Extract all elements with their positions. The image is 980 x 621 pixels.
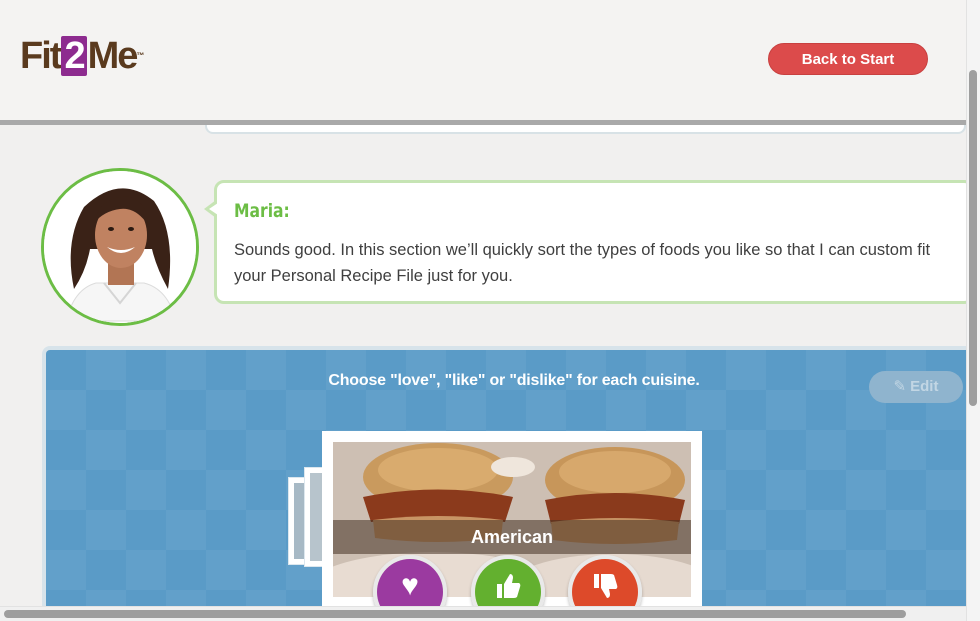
- speech-bubble: Maria: Sounds good. In this section we’l…: [214, 180, 974, 304]
- maria-avatar: [41, 168, 199, 326]
- vertical-scrollbar-thumb[interactable]: [969, 70, 977, 406]
- logo-text-fit: Fit: [20, 35, 62, 77]
- site-header: Fit 2 Me™ Back to Start: [0, 0, 966, 125]
- thumbs-down-icon: [572, 571, 638, 607]
- logo-text-2: 2: [61, 36, 87, 76]
- speech-bubble-tail-inner: [209, 203, 218, 215]
- edit-button-label: Edit: [910, 378, 939, 395]
- horizontal-scrollbar-thumb[interactable]: [4, 610, 906, 618]
- thumbs-up-icon: [475, 571, 541, 607]
- edit-button[interactable]: ✎ Edit: [869, 371, 963, 403]
- fit2me-logo[interactable]: Fit 2 Me™: [20, 34, 144, 78]
- edit-pencil-icon: ✎: [893, 378, 907, 395]
- cuisine-sort-panel: Choose "love", "like" or "dislike" for e…: [42, 346, 966, 621]
- logo-trademark: ™: [136, 51, 145, 60]
- back-to-start-button[interactable]: Back to Start: [768, 43, 928, 75]
- previous-message-bubble: [205, 125, 966, 134]
- panel-instruction: Choose "love", "like" or "dislike" for e…: [328, 372, 700, 389]
- cuisine-name: American: [333, 520, 691, 554]
- logo-text-me: Me: [87, 35, 139, 77]
- speech-message: Sounds good. In this section we’ll quick…: [234, 241, 931, 285]
- speaker-name: Maria:: [234, 200, 290, 222]
- maria-portrait-image: [44, 171, 196, 323]
- heart-icon: ♥: [401, 569, 419, 602]
